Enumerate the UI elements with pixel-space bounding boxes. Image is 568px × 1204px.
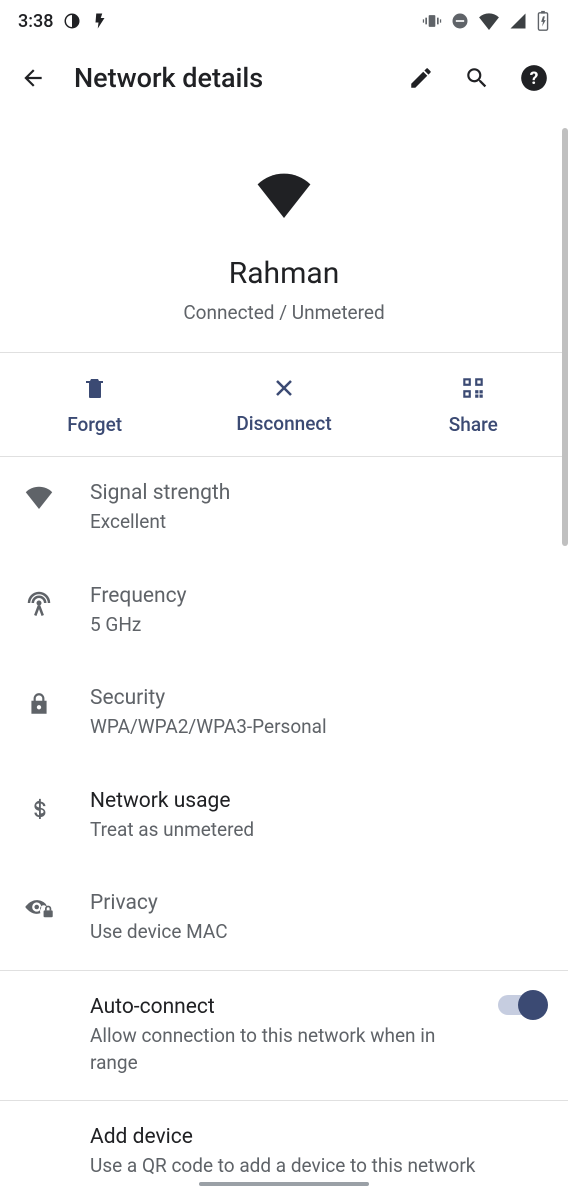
help-icon[interactable]: ? (520, 64, 548, 92)
forget-button[interactable]: Forget (0, 353, 189, 456)
add-device-item[interactable]: Add device Use a QR code to add a device… (0, 1100, 568, 1204)
battery-icon (536, 10, 550, 32)
forget-label: Forget (67, 413, 122, 436)
frequency-title: Frequency (90, 584, 544, 608)
trash-icon (83, 375, 107, 401)
security-item: Security WPA/WPA2/WPA3-Personal (0, 662, 568, 765)
signal-strength-item: Signal strength Excellent (0, 457, 568, 560)
action-row: Forget Disconnect Share (0, 353, 568, 457)
frequency-value: 5 GHz (90, 612, 544, 639)
status-bar: 3:38 (0, 0, 568, 42)
privacy-item[interactable]: Privacy Use device MAC (0, 867, 568, 970)
share-label: Share (449, 413, 498, 436)
security-value: WPA/WPA2/WPA3-Personal (90, 714, 544, 741)
autoconnect-title: Auto-connect (90, 995, 458, 1019)
usage-value: Treat as unmetered (90, 817, 544, 844)
eye-lock-icon (23, 895, 55, 919)
privacy-value: Use device MAC (90, 919, 544, 946)
antenna-icon (24, 588, 54, 618)
wifi-small-icon (24, 485, 54, 509)
adddevice-sub: Use a QR code to add a device to this ne… (90, 1153, 544, 1180)
scrollbar[interactable] (562, 128, 568, 546)
security-title: Security (90, 686, 544, 710)
privacy-title: Privacy (90, 891, 544, 915)
autoconnect-sub: Allow connection to this network when in… (90, 1023, 458, 1076)
signal-title: Signal strength (90, 481, 544, 505)
wifi-large-icon (253, 170, 315, 218)
network-name: Rahman (229, 256, 340, 291)
adddevice-title: Add device (90, 1125, 544, 1149)
close-icon (272, 376, 296, 400)
signal-icon (508, 12, 528, 30)
lightning-icon (91, 12, 109, 30)
back-icon[interactable] (20, 65, 46, 91)
app-bar: Network details ? (0, 42, 568, 114)
wifi-icon (478, 12, 500, 30)
nav-handle[interactable] (199, 1182, 369, 1186)
disconnect-label: Disconnect (236, 412, 331, 435)
details-list: Signal strength Excellent Frequency 5 GH… (0, 457, 568, 1204)
vibrate-icon (422, 11, 442, 31)
usage-title: Network usage (90, 789, 544, 813)
disconnect-button[interactable]: Disconnect (189, 353, 378, 456)
page-title: Network details (74, 62, 380, 94)
signal-value: Excellent (90, 509, 544, 536)
qr-icon (460, 375, 486, 401)
dollar-icon (28, 793, 50, 823)
autoconnect-toggle[interactable] (498, 995, 544, 1015)
network-hero: Rahman Connected / Unmetered (0, 114, 568, 353)
status-time: 3:38 (18, 11, 53, 32)
network-usage-item[interactable]: Network usage Treat as unmetered (0, 765, 568, 868)
share-button[interactable]: Share (379, 353, 568, 456)
frequency-item: Frequency 5 GHz (0, 560, 568, 663)
network-status: Connected / Unmetered (183, 301, 384, 324)
status-icon-circle (63, 12, 81, 30)
search-icon[interactable] (464, 65, 490, 91)
svg-text:?: ? (530, 69, 539, 89)
dnd-icon (450, 11, 470, 31)
lock-icon (26, 690, 52, 718)
edit-icon[interactable] (408, 65, 434, 91)
auto-connect-item[interactable]: Auto-connect Allow connection to this ne… (0, 970, 568, 1100)
